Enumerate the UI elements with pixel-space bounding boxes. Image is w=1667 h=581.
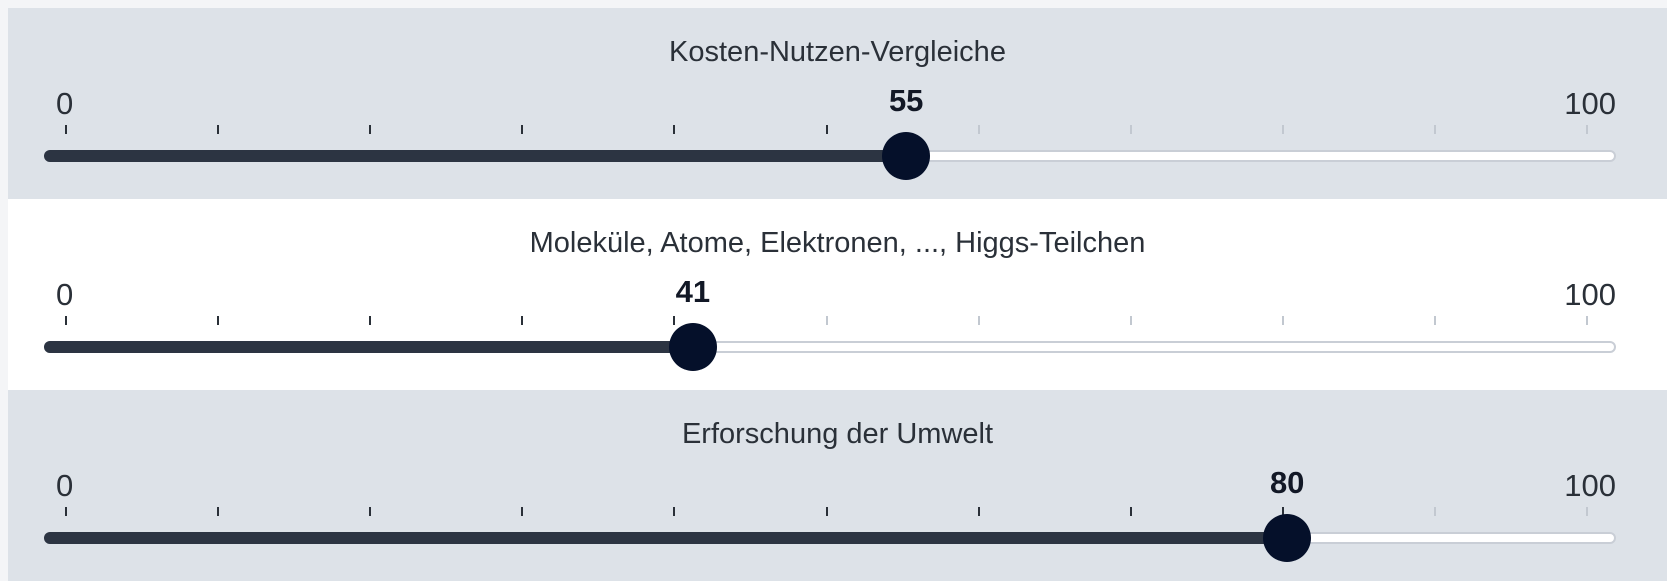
slider-tick xyxy=(825,125,828,134)
slider-value-label: 41 xyxy=(675,274,711,309)
slider-tick xyxy=(369,507,372,516)
slider-value-label: 80 xyxy=(1269,465,1305,500)
slider-tick xyxy=(673,125,676,134)
slider-panel: Erforschung der Umwelt 0 100 80 xyxy=(8,390,1667,581)
slider-tick xyxy=(65,316,67,325)
slider-track-fill xyxy=(44,532,1288,544)
slider-tick xyxy=(369,125,372,134)
slider-tick xyxy=(977,507,980,516)
slider-title: Erforschung der Umwelt xyxy=(681,418,994,450)
slider-title: Kosten-Nutzen-Vergleiche xyxy=(669,36,1006,68)
slider-thumb[interactable] xyxy=(1263,514,1312,562)
slider-ticks xyxy=(8,125,1667,137)
slider-tick xyxy=(65,125,67,134)
slider-tick xyxy=(1586,507,1588,516)
slider-tick xyxy=(217,507,220,516)
slider-tick xyxy=(1281,125,1284,134)
slider-tick xyxy=(217,316,220,325)
slider-min-label: 0 xyxy=(56,86,74,121)
slider-min-label: 0 xyxy=(56,468,74,503)
slider-tick xyxy=(65,507,67,516)
slider-ticks xyxy=(8,316,1667,328)
slider-tick xyxy=(1129,507,1132,516)
slider-max-label: 100 xyxy=(1564,86,1616,121)
slider-min-label: 0 xyxy=(56,277,74,312)
slider-tick xyxy=(521,316,524,325)
slider-max-label: 100 xyxy=(1564,468,1616,503)
slider-tick xyxy=(1433,125,1436,134)
slider-tick xyxy=(1433,316,1436,325)
slider-track-fill xyxy=(44,341,693,353)
slider-track-fill xyxy=(44,150,907,162)
slider-thumb[interactable] xyxy=(882,132,931,180)
slider-tick xyxy=(1129,316,1132,325)
slider-value-label: 55 xyxy=(888,83,924,118)
slider-thumb[interactable] xyxy=(668,323,717,371)
slider-tick xyxy=(1586,316,1588,325)
slider-tick xyxy=(977,125,980,134)
slider-tick xyxy=(1129,125,1132,134)
slider-tick xyxy=(673,507,676,516)
slider-panel: Moleküle, Atome, Elektronen, ..., Higgs-… xyxy=(8,199,1667,390)
slider-tick xyxy=(369,316,372,325)
slider-tick xyxy=(825,507,828,516)
slider-tick xyxy=(1433,507,1436,516)
slider-max-label: 100 xyxy=(1564,277,1616,312)
slider-list: Kosten-Nutzen-Vergleiche 0 100 55 Molekü… xyxy=(8,8,1667,581)
slider-title: Moleküle, Atome, Elektronen, ..., Higgs-… xyxy=(529,227,1146,259)
slider-tick xyxy=(1281,316,1284,325)
slider-tick xyxy=(825,316,828,325)
slider-tick xyxy=(217,125,220,134)
slider-tick xyxy=(673,316,676,325)
slider-ticks xyxy=(8,507,1667,519)
slider-tick xyxy=(977,316,980,325)
slider-tick xyxy=(521,507,524,516)
slider-panel: Kosten-Nutzen-Vergleiche 0 100 55 xyxy=(8,8,1667,199)
slider-tick xyxy=(1586,125,1588,134)
slider-tick xyxy=(521,125,524,134)
